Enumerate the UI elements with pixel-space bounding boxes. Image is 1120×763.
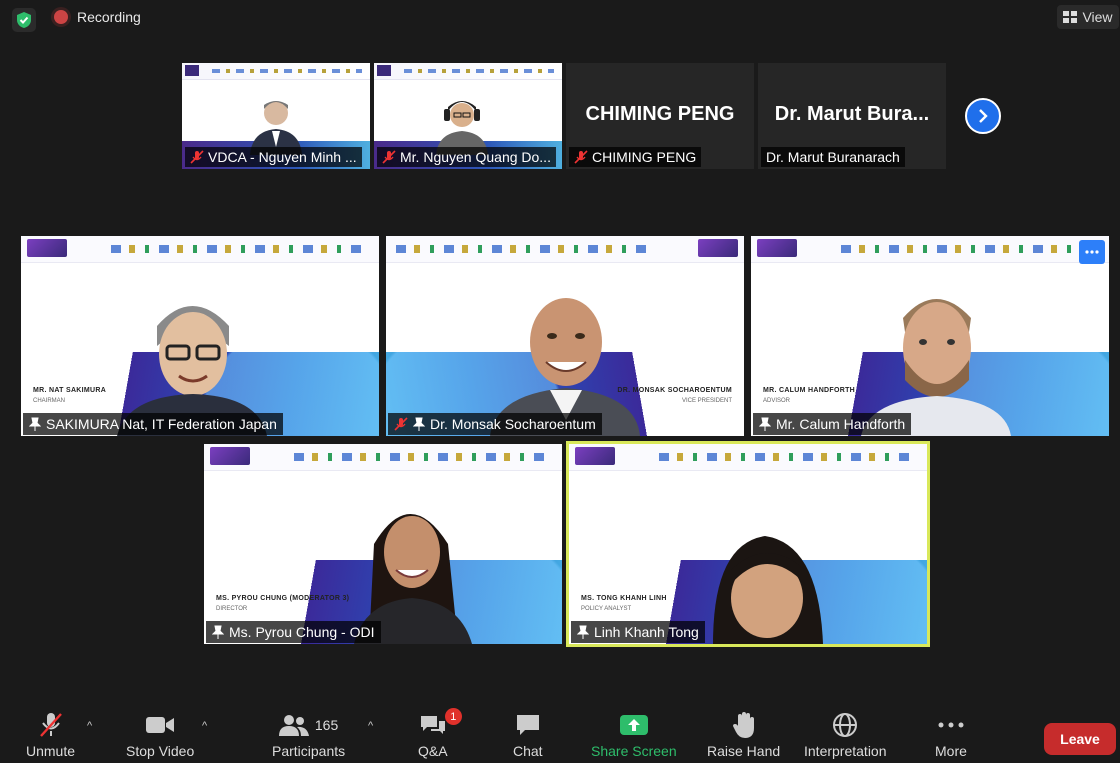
- share-screen-button[interactable]: Share Screen: [591, 712, 677, 759]
- ellipsis-icon: [1085, 250, 1099, 254]
- participant-name-label: Mr. Calum Handforth: [753, 413, 912, 435]
- slide-name-caption: MR. NAT SAKIMURA: [33, 387, 107, 394]
- slide-role-caption: DIRECTOR: [216, 606, 248, 612]
- muted-mic-icon: [382, 150, 396, 164]
- participant-video-image: [861, 299, 1011, 436]
- slide-role-caption: CHAIRMAN: [33, 398, 66, 404]
- qa-button[interactable]: 1 Q&A: [418, 708, 462, 759]
- video-tile-monsak[interactable]: DR. MONSAK SOCHAROENTUM VICE PRESIDENT D…: [386, 236, 744, 436]
- participant-video-image: [250, 101, 302, 155]
- video-camera-icon: [146, 717, 175, 733]
- slide-name-caption: MS. PYROU CHUNG (MODERATOR 3): [216, 595, 350, 602]
- share-screen-icon: [619, 715, 648, 735]
- slide-role-caption: POLICY ANALYST: [581, 606, 632, 612]
- recording-indicator[interactable]: Recording: [54, 9, 141, 25]
- participant-name-display: CHIMING PENG: [585, 103, 735, 125]
- participant-name-label: Ms. Pyrou Chung - ODI: [206, 621, 381, 643]
- participant-name-label: SAKIMURA Nat, IT Federation Japan: [23, 413, 283, 435]
- chevron-right-icon: [979, 109, 988, 123]
- slide-role-caption: ADVISOR: [763, 398, 791, 404]
- recording-label: Recording: [77, 9, 141, 25]
- participant-name-label: CHIMING PENG: [569, 147, 702, 167]
- muted-mic-icon: [394, 417, 408, 431]
- video-tile-calum[interactable]: MR. CALUM HANDFORTH ADVISOR Mr. Calum Ha…: [751, 236, 1109, 436]
- leave-button[interactable]: Leave: [1044, 723, 1116, 755]
- pin-icon: [577, 625, 589, 639]
- thumbnail-video-4[interactable]: Dr. Marut Bura... Dr. Marut Buranarach: [758, 63, 946, 169]
- more-options-button[interactable]: [1079, 240, 1105, 264]
- muted-mic-icon: [190, 150, 204, 164]
- slide-name-caption: MS. TONG KHANH LINH: [581, 595, 667, 602]
- pin-icon: [413, 417, 425, 431]
- view-button[interactable]: View: [1057, 5, 1119, 29]
- participant-name-label: Dr. Monsak Socharoentum: [388, 413, 602, 435]
- audio-options-caret-icon[interactable]: ^: [87, 720, 92, 732]
- chat-button[interactable]: Chat: [513, 712, 543, 759]
- participants-button[interactable]: 165 Participants: [272, 712, 345, 759]
- participant-video-image: [436, 101, 488, 155]
- interpretation-button[interactable]: Interpretation: [804, 712, 887, 759]
- participant-name-display: Dr. Marut Bura...: [774, 103, 930, 125]
- qa-badge: 1: [444, 708, 462, 725]
- participant-video-image: [713, 536, 823, 644]
- raise-hand-button[interactable]: Raise Hand: [707, 712, 780, 759]
- view-label: View: [1082, 9, 1113, 25]
- more-button[interactable]: More: [935, 712, 967, 759]
- pin-icon: [759, 417, 771, 431]
- globe-icon: [833, 713, 858, 737]
- video-tile-sakimura[interactable]: MR. NAT SAKIMURA CHAIRMAN SAKIMURA Nat, …: [21, 236, 379, 436]
- participant-video-image: [117, 306, 267, 436]
- video-tile-linh-active-speaker[interactable]: MS. TONG KHANH LINH POLICY ANALYST Linh …: [566, 441, 930, 647]
- unmute-button[interactable]: Unmute: [26, 712, 75, 759]
- participant-name-label: Mr. Nguyen Quang Do...: [377, 147, 556, 167]
- participants-icon: [278, 715, 309, 736]
- recording-dot-icon: [54, 10, 68, 24]
- security-shield-icon[interactable]: [12, 8, 36, 32]
- pin-icon: [29, 417, 41, 431]
- participant-video-image: [354, 514, 472, 644]
- raise-hand-icon: [732, 712, 754, 738]
- muted-mic-icon: [39, 713, 62, 737]
- next-page-button[interactable]: [965, 98, 1001, 134]
- video-tile-pyrou[interactable]: MS. PYROU CHUNG (MODERATOR 3) DIRECTOR M…: [204, 444, 562, 644]
- video-options-caret-icon[interactable]: ^: [202, 720, 207, 732]
- qa-icon: [420, 716, 445, 734]
- muted-mic-icon: [574, 150, 588, 164]
- pin-icon: [212, 625, 224, 639]
- slide-role-caption: VICE PRESIDENT: [681, 398, 732, 404]
- thumbnail-video-2[interactable]: Mr. Nguyen Quang Do...: [374, 63, 562, 169]
- slide-name-caption: MR. CALUM HANDFORTH: [763, 387, 856, 394]
- ellipsis-icon: [938, 722, 964, 728]
- participant-name-label: Dr. Marut Buranarach: [761, 147, 905, 167]
- participants-options-caret-icon[interactable]: ^: [368, 720, 373, 732]
- thumbnail-video-3[interactable]: CHIMING PENG CHIMING PENG: [566, 63, 754, 169]
- thumbnail-video-1[interactable]: VDCA - Nguyen Minh ...: [182, 63, 370, 169]
- participant-name-label: VDCA - Nguyen Minh ...: [185, 147, 362, 167]
- stop-video-button[interactable]: Stop Video: [126, 712, 194, 759]
- participant-name-label: Linh Khanh Tong: [571, 621, 705, 643]
- participant-video-image: [490, 298, 640, 436]
- participants-count: 165: [314, 717, 339, 733]
- grid-view-icon: [1063, 11, 1078, 23]
- chat-bubble-icon: [516, 715, 539, 735]
